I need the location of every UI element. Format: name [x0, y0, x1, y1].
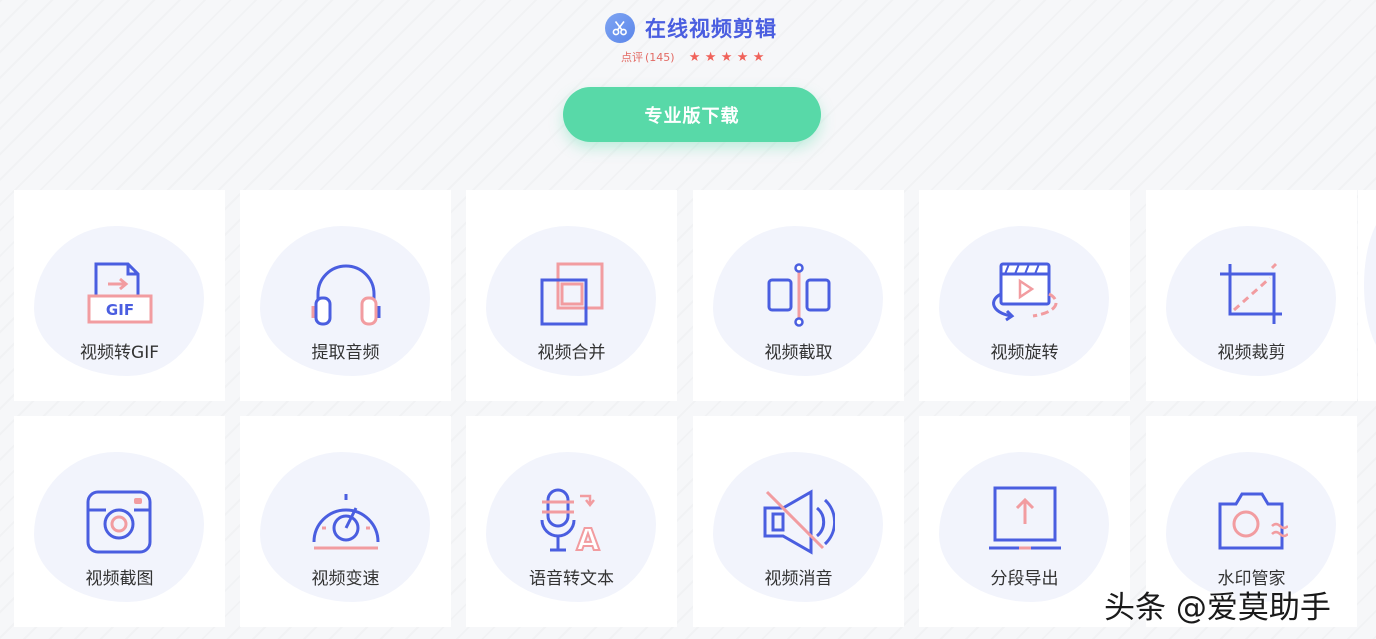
- svg-text:GIF: GIF: [106, 301, 134, 319]
- camera-icon: [84, 486, 156, 558]
- watermark-text: 头条 @爱莫助手: [1104, 590, 1331, 626]
- tool-label: 视频转GIF: [80, 343, 159, 363]
- export-icon: [979, 486, 1071, 558]
- tool-label: 视频截图: [85, 569, 154, 589]
- tool-card-mute[interactable]: 视频消音: [693, 416, 904, 627]
- tool-card-merge[interactable]: 视频合并: [466, 190, 677, 401]
- tool-card-clip[interactable]: 视频截取: [693, 190, 904, 401]
- tool-label: 视频消音: [764, 569, 833, 589]
- tool-label: 视频截取: [764, 343, 833, 363]
- merge-icon: [536, 260, 608, 332]
- tool-card-rotate[interactable]: 视频旋转: [919, 190, 1130, 401]
- tool-grid: GIF 视频转GIF 提取音频 视频合并 视频截取 视频旋转 视频裁剪 视频截图…: [0, 0, 1376, 639]
- tool-label: 提取音频: [311, 343, 380, 363]
- tool-card-extract-audio[interactable]: 提取音频: [240, 190, 451, 401]
- svg-text:A: A: [576, 523, 600, 558]
- mute-icon: [763, 486, 837, 558]
- crop-icon: [1216, 260, 1288, 332]
- tool-label: 视频旋转: [990, 343, 1059, 363]
- gif-convert-icon: GIF: [84, 260, 156, 332]
- tool-label: 视频变速: [311, 569, 380, 589]
- tool-card-screenshot[interactable]: 视频截图: [14, 416, 225, 627]
- headphones-icon: [310, 260, 382, 332]
- tool-card-export[interactable]: 分段导出: [919, 416, 1130, 627]
- tool-card-gif[interactable]: GIF 视频转GIF: [14, 190, 225, 401]
- partial-tool-card: [1358, 190, 1376, 401]
- tool-card-speech-to-text[interactable]: A 语音转文本: [466, 416, 677, 627]
- tool-label: 视频合并: [537, 343, 606, 363]
- microphone-text-icon: A: [536, 486, 608, 559]
- clip-icon: [763, 260, 835, 332]
- tool-card-crop[interactable]: 视频裁剪: [1146, 190, 1357, 401]
- rotate-video-icon: [989, 260, 1061, 332]
- tool-label: 语音转文本: [529, 569, 614, 589]
- tool-label: 分段导出: [990, 569, 1059, 589]
- page: 在线视频剪辑 点评 (145) ★★★★★ 专业版下载 GIF 视频转G: [0, 0, 1376, 639]
- watermark-camera-icon: [1216, 486, 1289, 558]
- speedometer-icon: [310, 486, 382, 558]
- tool-card-speed[interactable]: 视频变速: [240, 416, 451, 627]
- tool-label: 视频裁剪: [1217, 343, 1286, 363]
